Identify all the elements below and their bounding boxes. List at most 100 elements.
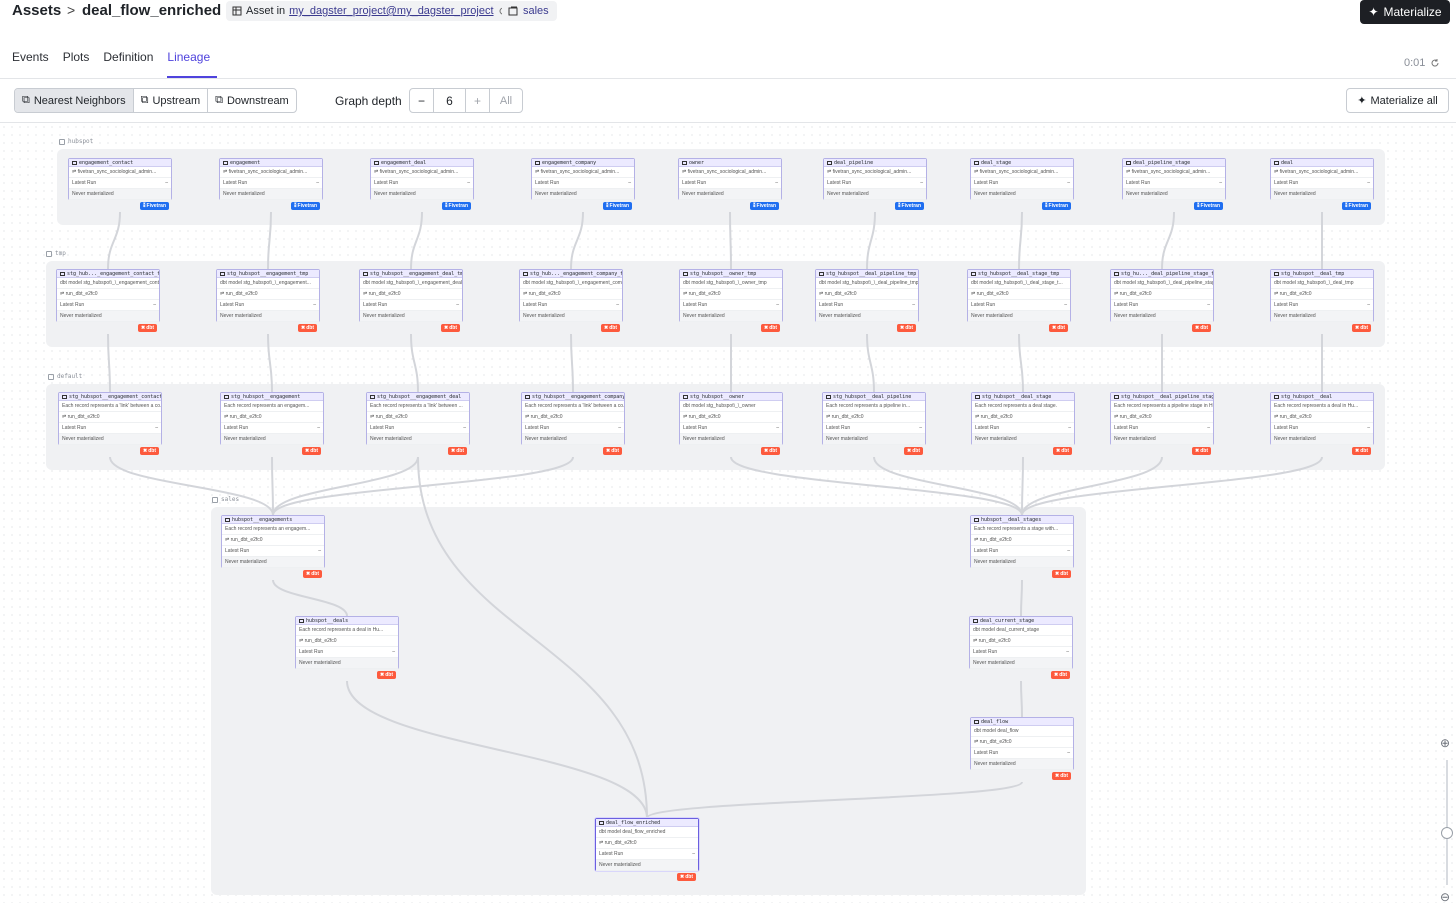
asset-node[interactable]: stg_hubspot__engagement_contact Each reco… (58, 392, 162, 455)
asset-node-name: stg_hubspot__engagement_deal (377, 393, 462, 400)
asset-group-icon (508, 6, 518, 16)
materialization-row-text: Never materialized (973, 660, 1015, 666)
asset-node[interactable]: deal_stage ⇌ fivetran_sync_sociological_a… (970, 158, 1074, 210)
zoom-out-icon[interactable]: ⊖ (1440, 890, 1454, 903)
dbt-badge: ✖ dbt (1052, 570, 1071, 578)
latest-run-row-text: Latest Run (599, 851, 624, 857)
depth-all-button[interactable]: All (490, 89, 522, 112)
code-row: ⇌ run_dbt_e2fc0 (1111, 289, 1213, 300)
materialize-all-button[interactable]: ✦ Materialize all (1346, 88, 1449, 113)
asset-node[interactable]: hubspot__deal_stages Each record represen… (970, 515, 1074, 578)
nearest-neighbors-button[interactable]: ⧉ Nearest Neighbors (15, 89, 134, 112)
asset-node[interactable]: deal_current_stage dbt model deal_current… (969, 616, 1073, 679)
asset-node[interactable]: deal_pipeline ⇌ fivetran_sync_sociologica… (823, 158, 927, 210)
table-icon (973, 618, 978, 623)
asset-node[interactable]: stg_hubspot__engagement_tmp dbt model stg… (216, 269, 320, 332)
asset-node[interactable]: stg_hubspot__owner_tmp dbt model stg_hubs… (679, 269, 783, 332)
asset-node[interactable]: stg_hubspot__deal_tmp dbt model stg_hubsp… (1270, 269, 1374, 332)
table-icon (299, 618, 304, 623)
dbt-badge: ✖ dbt (601, 324, 620, 332)
latest-run-row: Latest Run – (217, 300, 319, 311)
asset-location-link[interactable]: my_dagster_project@my_dagster_project (289, 5, 493, 17)
asset-node[interactable]: stg_hubspot__engagement_deal_tmp dbt mode… (359, 269, 463, 332)
badge-label: Fivetran (901, 203, 921, 209)
tab-events[interactable]: Events (12, 50, 56, 78)
asset-node[interactable]: deal_pipeline_stage ⇌ fivetran_sync_socio… (1122, 158, 1226, 210)
asset-node-title: stg_hub..._engagement_company_tmp (520, 270, 622, 278)
materialization-row-text: Never materialized (599, 862, 641, 868)
asset-node[interactable]: stg_hu..._deal_pipeline_stage_tmp dbt mod… (1110, 269, 1214, 332)
asset-node[interactable]: stg_hubspot__deal_pipeline Each record re… (822, 392, 926, 455)
code-row-text: ⇌ run_dbt_e2fc0 (1114, 291, 1152, 297)
lineage-edge (410, 333, 419, 393)
zoom-track[interactable] (1446, 760, 1448, 885)
materialize-button[interactable]: ✦ Materialize (1360, 0, 1450, 24)
refresh-icon[interactable] (1430, 58, 1440, 68)
latest-run-row: Latest Run – (1123, 178, 1225, 189)
code-row-text: ⇌ run_dbt_e2fc0 (975, 414, 1013, 420)
table-icon (826, 394, 831, 399)
asset-node[interactable]: stg_hubspot__deal_pipeline_tmp dbt model … (815, 269, 919, 332)
asset-node-title: hubspot__deal_stages (971, 516, 1073, 524)
dbt-badge: ✖ dbt (761, 447, 780, 455)
asset-node[interactable]: engagement_contact ⇌ fivetran_sync_sociol… (68, 158, 172, 210)
asset-node-name: deal_pipeline_stage (1133, 159, 1191, 166)
lineage-canvas[interactable]: hubspot tmp default sales engagement_con… (0, 123, 1456, 903)
asset-node[interactable]: deal_flow_enriched dbt model deal_flow_en… (595, 818, 699, 881)
asset-node[interactable]: owner ⇌ fivetran_sync_sociological_admin.… (678, 158, 782, 210)
code-row: ⇌ run_dbt_e2fc0 (522, 412, 624, 423)
latest-run-row: Latest Run – (522, 423, 624, 434)
lineage-edge (1021, 456, 1024, 516)
asset-node[interactable]: stg_hubspot__deal_stage Each record repre… (971, 392, 1075, 455)
tab-definition[interactable]: Definition (103, 50, 160, 78)
zoom-control[interactable]: ⊕ ⊖ (1438, 610, 1456, 903)
materialization-row-text: Never materialized (683, 436, 725, 442)
latest-run-row: Latest Run – (221, 423, 323, 434)
asset-node[interactable]: stg_hubspot__deal Each record represents … (1270, 392, 1374, 455)
tab-plots[interactable]: Plots (63, 50, 97, 78)
group-pill[interactable]: sales (502, 1, 557, 21)
asset-node[interactable]: stg_hubspot__engagement_deal Each record … (366, 392, 470, 455)
zoom-slider-knob[interactable] (1441, 827, 1453, 839)
dbt-badge: ✖ dbt (1052, 772, 1071, 780)
asset-node[interactable]: stg_hubspot__deal_stage_tmp dbt model stg… (967, 269, 1071, 332)
op-row-text: ⇌ fivetran_sync_sociological_admin... (72, 169, 157, 175)
asset-in-label: Asset in (246, 5, 286, 17)
code-row: ⇌ run_dbt_e2fc0 (1271, 289, 1373, 300)
asset-node[interactable]: stg_hubspot__deal_pipeline_stage Each rec… (1110, 392, 1214, 455)
breadcrumb-assets[interactable]: Assets (12, 2, 61, 19)
downstream-button[interactable]: ⧉ Downstream (208, 89, 296, 112)
asset-node[interactable]: stg_hubspot__engagement Each record repre… (220, 392, 324, 455)
asset-node[interactable]: engagement_company ⇌ fivetran_sync_sociol… (531, 158, 635, 210)
depth-decrement-button[interactable]: − (410, 89, 434, 112)
tab-lineage[interactable]: Lineage (167, 50, 218, 78)
depth-increment-button[interactable]: + (466, 89, 490, 112)
latest-run-row: Latest Run – (1111, 300, 1213, 311)
upstream-button[interactable]: ⧉ Upstream (134, 89, 209, 112)
asset-node[interactable]: hubspot__engagements Each record represen… (221, 515, 325, 578)
latest-run-row: Latest Run – (220, 178, 322, 189)
depth-value[interactable]: 6 (434, 89, 466, 112)
asset-node[interactable]: hubspot__deals Each record represents a d… (295, 616, 399, 679)
desc-row: Each record represents an engagem... (222, 524, 324, 535)
asset-node[interactable]: deal ⇌ fivetran_sync_sociological_admin..… (1270, 158, 1374, 210)
table-icon (72, 160, 77, 165)
zoom-in-icon[interactable]: ⊕ (1440, 736, 1454, 750)
code-row-text: ⇌ run_dbt_e2fc0 (1274, 414, 1312, 420)
asset-node[interactable]: stg_hub..._engagement_company_tmp dbt mod… (519, 269, 623, 332)
badge-label: dbt (1060, 773, 1068, 779)
badge-label: dbt (1057, 325, 1065, 331)
graph-depth-label: Graph depth (335, 94, 402, 108)
desc-row: dbt model stg_hubspot\_\_deal_tmp (1271, 278, 1373, 289)
asset-node[interactable]: stg_hubspot__owner dbt model stg_hubspot\… (679, 392, 783, 455)
asset-node[interactable]: engagement ⇌ fivetran_sync_sociological_a… (219, 158, 323, 210)
asset-node[interactable]: stg_hub..._engagement_contact_tmp dbt mod… (56, 269, 160, 332)
lineage-edge (1018, 211, 1023, 270)
desc-row-text: dbt model deal_flow_enriched (599, 829, 666, 835)
latest-run-row-text: Latest Run (225, 548, 250, 554)
asset-node[interactable]: deal_flow dbt model deal_flow ⇌ run_dbt_e2… (970, 717, 1074, 780)
asset-node[interactable]: engagement_deal ⇌ fivetran_sync_sociologi… (370, 158, 474, 210)
latest-run-row-text: Latest Run (974, 180, 999, 186)
asset-node[interactable]: stg_hubspot__engagement_company Each reco… (521, 392, 625, 455)
group-name[interactable]: sales (523, 5, 549, 17)
